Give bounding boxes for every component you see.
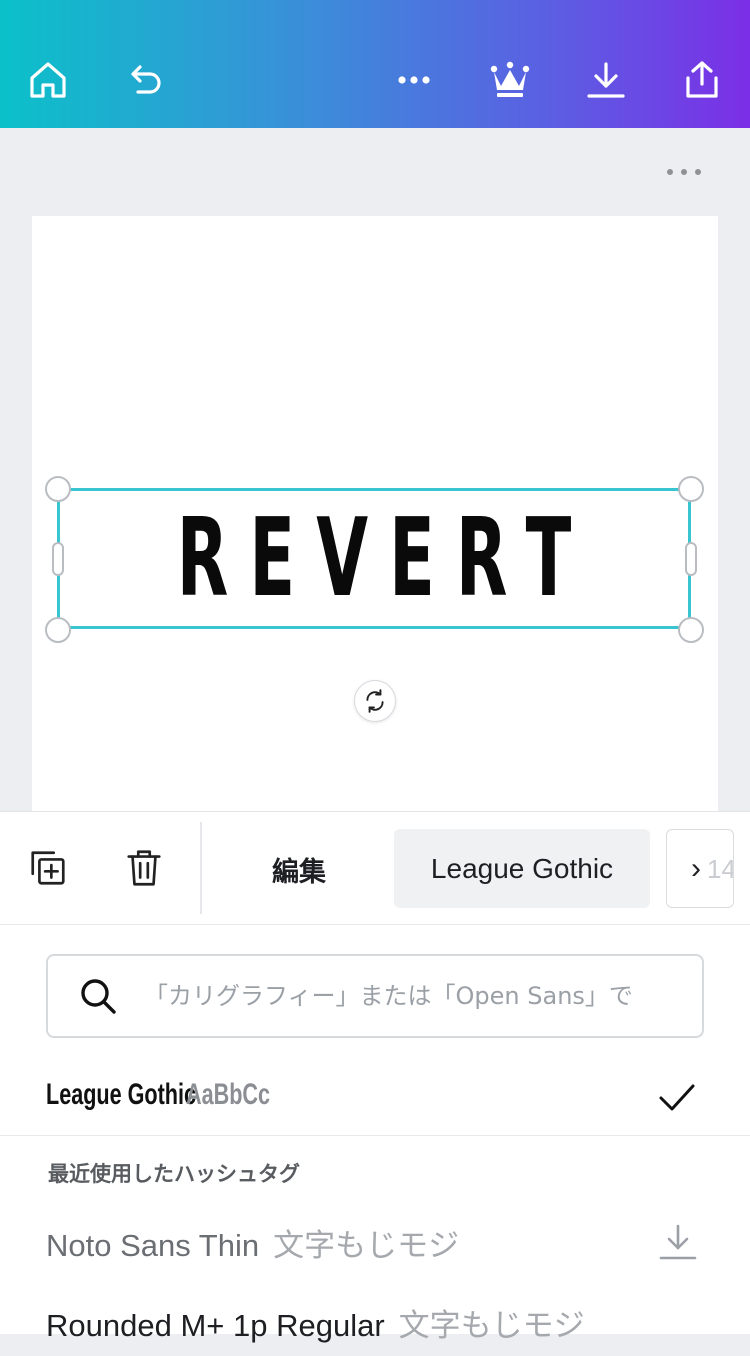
font-size-peek: 142	[707, 854, 733, 884]
chevron-right-icon: ›	[691, 852, 701, 885]
page-more-icon[interactable]	[664, 162, 704, 182]
rotate-icon	[366, 689, 384, 713]
resize-handle-top-left[interactable]	[45, 476, 71, 502]
resize-handle-bottom-right[interactable]	[678, 617, 704, 643]
font-list-item[interactable]: Rounded M+ 1p Regular 文字もじモジ	[0, 1286, 750, 1356]
resize-handle-bottom-left[interactable]	[45, 617, 71, 643]
toolbar-divider	[200, 822, 202, 914]
font-search-input[interactable]	[144, 956, 684, 1036]
home-icon[interactable]	[24, 56, 72, 104]
font-list-item[interactable]: Noto Sans Thin 文字もじモジ	[0, 1206, 750, 1276]
font-sample: 文字もじモジ	[398, 1308, 585, 1343]
selection-box	[57, 488, 691, 629]
crown-icon[interactable]	[486, 56, 534, 104]
font-name: Rounded M+ 1p Regular	[46, 1308, 385, 1343]
resize-handle-right[interactable]	[685, 542, 697, 576]
share-icon[interactable]	[678, 56, 726, 104]
undo-icon[interactable]	[120, 56, 168, 104]
current-font-row[interactable]: League Gothic AaBbCc	[0, 1058, 750, 1136]
resize-handle-left[interactable]	[52, 542, 64, 576]
rotate-handle[interactable]	[354, 680, 396, 722]
download-font-icon[interactable]	[656, 1220, 700, 1264]
current-font-name: League Gothic	[46, 1078, 197, 1111]
edit-button[interactable]: 編集	[272, 850, 326, 889]
duplicate-icon[interactable]	[26, 846, 70, 890]
next-tool-button[interactable]: 142 ›	[666, 829, 734, 908]
font-name: Noto Sans Thin	[46, 1228, 260, 1263]
checkmark-icon	[659, 1084, 695, 1111]
search-icon	[81, 979, 116, 1014]
current-font-sample: AaBbCc	[186, 1078, 271, 1111]
recent-section-title: 最近使用したハッシュタグ	[48, 1163, 300, 1186]
resize-handle-top-right[interactable]	[678, 476, 704, 502]
download-icon[interactable]	[582, 56, 630, 104]
trash-icon[interactable]	[122, 846, 166, 890]
font-sample: 文字もじモジ	[273, 1228, 460, 1263]
font-selector-button[interactable]: League Gothic	[394, 829, 650, 908]
top-toolbar	[0, 0, 750, 128]
font-search-box[interactable]	[46, 954, 704, 1038]
more-icon[interactable]	[390, 56, 438, 104]
